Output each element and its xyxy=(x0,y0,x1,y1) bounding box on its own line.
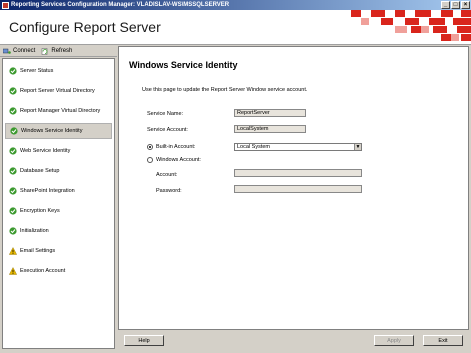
check-icon xyxy=(9,107,17,115)
connect-button[interactable]: Connect xyxy=(3,48,35,55)
page-description: Use this page to update the Report Serve… xyxy=(142,87,308,93)
header-banner: Configure Report Server xyxy=(0,10,471,45)
sidebar-item-encryption-keys[interactable]: Encryption Keys xyxy=(5,203,112,219)
connect-icon xyxy=(3,48,11,54)
app-icon xyxy=(2,1,9,9)
sidebar-item-email-settings[interactable]: Email Settings xyxy=(5,243,112,259)
check-icon xyxy=(9,207,17,215)
check-icon xyxy=(9,87,17,95)
service-account-label: Service Account: xyxy=(147,127,188,133)
refresh-label: Refresh xyxy=(51,48,73,54)
sidebar-item-web-service-identity[interactable]: Web Service Identity xyxy=(5,143,112,159)
close-button[interactable]: × xyxy=(461,1,470,9)
check-icon xyxy=(9,227,17,235)
exit-button[interactable]: Exit xyxy=(423,335,463,346)
toolbar: Connect Refresh xyxy=(0,46,117,57)
page-title: Windows Service Identity xyxy=(129,60,238,70)
sidebar: Server Status Report Server Virtual Dire… xyxy=(2,58,115,349)
sidebar-item-label: Email Settings xyxy=(20,248,56,254)
check-icon xyxy=(9,67,17,75)
sidebar-item-report-manager-virtual-directory[interactable]: Report Manager Virtual Directory xyxy=(5,103,112,119)
sidebar-item-database-setup[interactable]: Database Setup xyxy=(5,163,112,179)
sidebar-item-windows-service-identity[interactable]: Windows Service Identity xyxy=(5,123,112,139)
windows-account-label: Windows Account: xyxy=(156,157,201,163)
window-title-bar[interactable]: Reporting Services Configuration Manager… xyxy=(0,0,471,10)
check-icon xyxy=(9,187,17,195)
builtin-account-radio[interactable] xyxy=(147,144,153,150)
password-field[interactable] xyxy=(234,185,362,193)
builtin-account-value: Local System xyxy=(237,144,271,150)
account-field[interactable] xyxy=(234,169,362,177)
decorative-blocks-graphic xyxy=(351,10,471,41)
sidebar-item-initialization[interactable]: Initialization xyxy=(5,223,112,239)
sidebar-item-label: Web Service Identity xyxy=(20,148,71,154)
apply-button[interactable]: Apply xyxy=(374,335,414,346)
windows-account-radio[interactable] xyxy=(147,157,153,163)
window-title: Reporting Services Configuration Manager… xyxy=(11,2,230,8)
builtin-account-select[interactable]: Local System ▼ xyxy=(234,143,362,151)
connect-label: Connect xyxy=(13,48,36,54)
sidebar-item-label: SharePoint Integration xyxy=(20,188,75,194)
sidebar-item-label: Windows Service Identity xyxy=(21,128,83,134)
password-label: Password: xyxy=(156,188,182,194)
sidebar-item-report-server-virtual-directory[interactable]: Report Server Virtual Directory xyxy=(5,83,112,99)
sidebar-item-label: Report Manager Virtual Directory xyxy=(20,108,101,114)
minimize-button[interactable]: _ xyxy=(441,1,450,9)
sidebar-item-label: Initialization xyxy=(20,228,49,234)
account-label: Account: xyxy=(156,172,178,178)
sidebar-item-label: Encryption Keys xyxy=(20,208,60,214)
maximize-button[interactable]: □ xyxy=(451,1,460,9)
help-button[interactable]: Help xyxy=(124,335,164,346)
app-heading: Configure Report Server xyxy=(9,19,161,35)
sidebar-item-label: Report Server Virtual Directory xyxy=(20,88,95,94)
service-name-field: ReportServer xyxy=(234,109,306,117)
sidebar-item-label: Server Status xyxy=(20,68,54,74)
warning-icon xyxy=(9,267,17,275)
service-name-label: Service Name: xyxy=(147,111,184,117)
sidebar-item-server-status[interactable]: Server Status xyxy=(5,63,112,79)
main-panel: Windows Service Identity Use this page t… xyxy=(118,46,469,330)
builtin-account-label: Built-in Account: xyxy=(156,144,196,150)
service-account-field: LocalSystem xyxy=(234,125,306,133)
sidebar-item-sharepoint-integration[interactable]: SharePoint Integration xyxy=(5,183,112,199)
sidebar-item-label: Execution Account xyxy=(20,268,66,274)
button-bar: Help Apply Exit xyxy=(118,331,469,351)
sidebar-item-label: Database Setup xyxy=(20,168,60,174)
check-icon xyxy=(9,167,17,175)
refresh-icon xyxy=(42,47,48,55)
refresh-button[interactable]: Refresh xyxy=(41,47,73,55)
warning-icon xyxy=(9,247,17,255)
check-icon xyxy=(9,147,17,155)
check-icon xyxy=(10,127,18,135)
chevron-down-icon[interactable]: ▼ xyxy=(354,144,361,150)
sidebar-item-execution-account[interactable]: Execution Account xyxy=(5,263,112,279)
